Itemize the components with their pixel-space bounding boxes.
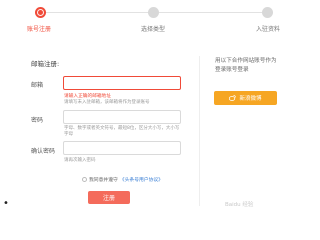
weibo-icon (229, 95, 237, 101)
step-3-dot (262, 7, 273, 18)
step-3-label: 入驻资料 (256, 26, 281, 33)
agreement-radio[interactable] (82, 177, 87, 182)
email-label: 邮箱 (31, 82, 44, 89)
password-label: 密码 (31, 117, 44, 124)
confirm-password-label: 确认密码 (31, 148, 56, 155)
agreement-prefix: 我同意并遵守 (89, 178, 118, 183)
side-text-line-1: 用以下合作网站账号作为 (215, 58, 277, 64)
password-field[interactable] (63, 110, 181, 124)
weibo-button-label: 新浪微博 (239, 96, 262, 102)
vertical-divider (199, 56, 200, 206)
confirm-password-field[interactable] (63, 141, 181, 155)
step-1-label: 账号注册 (27, 26, 52, 33)
password-hint: 字母、数字或者英文符号，最短8位，区分大小写，大小写字母 (64, 126, 180, 137)
step-2-dot (148, 7, 159, 18)
baidu-watermark: Baidu 经验 (225, 202, 254, 208)
confirm-password-hint: 请再次输入密码 (64, 158, 96, 163)
step-2-label: 选择类型 (141, 26, 166, 33)
step-1-dot (35, 7, 46, 18)
email-hint: 请填写未入驻邮箱，该邮箱将作为登录账号 (64, 100, 150, 105)
list-bullet: • (3, 198, 9, 209)
weibo-login-button[interactable]: 新浪微博 (214, 91, 277, 105)
email-error-text: 请输入正确的邮箱地址 (64, 94, 111, 99)
side-text-line-2: 登录账号登录 (215, 67, 249, 73)
email-field[interactable] (63, 76, 181, 90)
step-1-dot-core (38, 10, 43, 15)
agreement-row: 我同意并遵守 《头条号用户协议》 (82, 176, 163, 183)
agreement-link[interactable]: 《头条号用户协议》 (120, 176, 163, 183)
form-section-title: 邮箱注册: (31, 60, 60, 68)
register-button[interactable]: 注册 (88, 191, 130, 204)
